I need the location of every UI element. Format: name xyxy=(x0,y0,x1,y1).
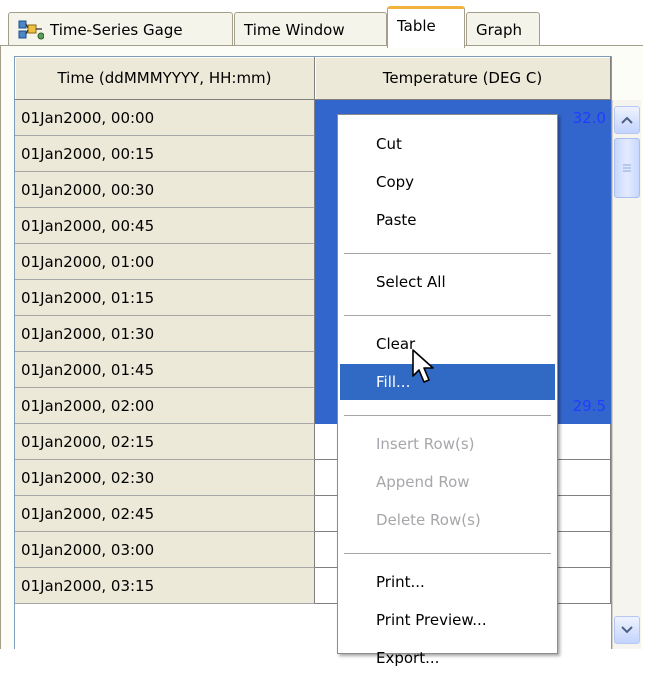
gage-icon xyxy=(18,19,45,41)
menu-item-insert-row-s: Insert Row(s) xyxy=(376,435,475,453)
menu-separator xyxy=(344,553,551,555)
time-cell[interactable]: 01Jan2000, 02:00 xyxy=(15,388,315,424)
menu-item-delete-row-s: Delete Row(s) xyxy=(376,511,481,529)
time-cell[interactable]: 01Jan2000, 02:45 xyxy=(15,496,315,532)
column-header-label: Temperature (DEG C) xyxy=(382,69,543,87)
menu-item-print[interactable]: Print... xyxy=(340,567,555,597)
tab-label: Graph xyxy=(476,20,523,39)
tab-label: Time-Series Gage xyxy=(50,20,183,39)
scroll-up-button[interactable] xyxy=(614,106,640,134)
grip-icon xyxy=(623,164,631,172)
menu-item-clear[interactable]: Clear xyxy=(340,329,555,359)
menu-item-print-preview[interactable]: Print Preview... xyxy=(340,605,555,635)
menu-item-select-all[interactable]: Select All xyxy=(340,267,555,297)
time-cell[interactable]: 01Jan2000, 02:30 xyxy=(15,460,315,496)
time-cell[interactable]: 01Jan2000, 01:30 xyxy=(15,316,315,352)
scroll-thumb[interactable] xyxy=(614,138,640,198)
column-header-label: Time (ddMMMYYYY, HH:mm) xyxy=(57,69,272,87)
menu-item-append-row: Append Row xyxy=(376,473,470,491)
column-header-temperature[interactable]: Temperature (DEG C) xyxy=(315,57,611,100)
tab-graph[interactable]: Graph xyxy=(466,12,540,46)
time-cell[interactable]: 01Jan2000, 01:00 xyxy=(15,244,315,280)
time-cell[interactable]: 01Jan2000, 02:15 xyxy=(15,424,315,460)
tab-time-window[interactable]: Time Window xyxy=(234,12,387,46)
menu-item-paste[interactable]: Paste xyxy=(340,205,555,235)
time-cell[interactable]: 01Jan2000, 03:15 xyxy=(15,568,315,604)
menu-separator xyxy=(344,415,551,417)
column-header-time[interactable]: Time (ddMMMYYYY, HH:mm) xyxy=(15,57,315,100)
menu-separator xyxy=(344,315,551,317)
tab-time-series-gage[interactable]: Time-Series Gage xyxy=(8,12,233,46)
tab-label: Time Window xyxy=(244,20,345,39)
time-cell[interactable]: 01Jan2000, 00:30 xyxy=(15,172,315,208)
chevron-up-icon xyxy=(621,116,633,124)
menu-item-fill[interactable]: Fill... xyxy=(340,364,555,400)
tab-bar: Time-Series Gage Time Window Table Graph xyxy=(0,0,645,50)
time-cell[interactable]: 01Jan2000, 00:15 xyxy=(15,136,315,172)
time-cell[interactable]: 01Jan2000, 00:45 xyxy=(15,208,315,244)
scroll-down-button[interactable] xyxy=(614,616,640,644)
time-cell[interactable]: 01Jan2000, 00:00 xyxy=(15,100,315,136)
tab-table[interactable]: Table xyxy=(387,6,465,48)
menu-item-copy[interactable]: Copy xyxy=(340,167,555,197)
context-menu: Cut Copy Paste Select All Clear Fill... Insert… xyxy=(337,114,558,667)
time-cell[interactable]: 01Jan2000, 03:00 xyxy=(15,532,315,568)
menu-separator xyxy=(344,253,551,255)
chevron-down-icon xyxy=(621,626,633,634)
mouse-pointer-icon xyxy=(412,349,434,383)
time-cell[interactable]: 01Jan2000, 01:15 xyxy=(15,280,315,316)
menu-item-export[interactable]: Export... xyxy=(340,643,555,673)
menu-item-cut[interactable]: Cut xyxy=(340,129,555,159)
tab-label: Table xyxy=(397,16,436,35)
vertical-scrollbar[interactable] xyxy=(612,100,641,649)
time-cell[interactable]: 01Jan2000, 01:45 xyxy=(15,352,315,388)
